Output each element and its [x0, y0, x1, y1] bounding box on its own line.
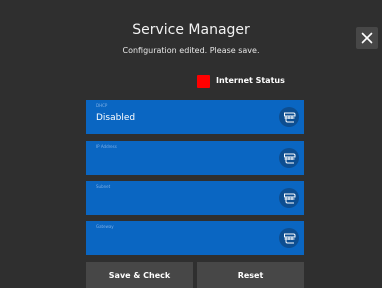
internet-status-indicator [197, 74, 210, 88]
reset-button[interactable]: Reset [197, 262, 304, 288]
close-button[interactable] [356, 27, 378, 49]
gateway-field[interactable]: Gateway [86, 221, 304, 255]
dhcp-field-value: Disabled [96, 113, 136, 123]
dhcp-keypad-button[interactable] [279, 107, 299, 127]
ip-address-field[interactable]: IP Address [86, 141, 304, 175]
dhcp-field[interactable]: DHCP Disabled [86, 100, 304, 134]
keypad-icon [283, 149, 296, 168]
service-manager-screen: Service Manager Configuration edited. Pl… [0, 0, 382, 288]
internet-status-label: Internet Status [216, 76, 285, 85]
ip-address-keypad-button[interactable] [279, 148, 299, 168]
ip-address-field-label: IP Address [96, 144, 117, 149]
close-icon [361, 29, 373, 48]
keypad-icon [283, 108, 296, 127]
internet-status: Internet Status [197, 74, 285, 88]
save-and-check-button[interactable]: Save & Check [86, 262, 193, 288]
page-title: Service Manager [132, 22, 250, 38]
subnet-field-label: Subnet [96, 184, 111, 189]
dhcp-field-label: DHCP [96, 103, 108, 108]
subnet-field[interactable]: Subnet [86, 181, 304, 215]
gateway-keypad-button[interactable] [279, 228, 299, 248]
status-message: Configuration edited. Please save. [122, 46, 260, 55]
gateway-field-label: Gateway [96, 224, 114, 229]
keypad-icon [283, 189, 296, 208]
keypad-icon [283, 229, 296, 248]
subnet-keypad-button[interactable] [279, 188, 299, 208]
